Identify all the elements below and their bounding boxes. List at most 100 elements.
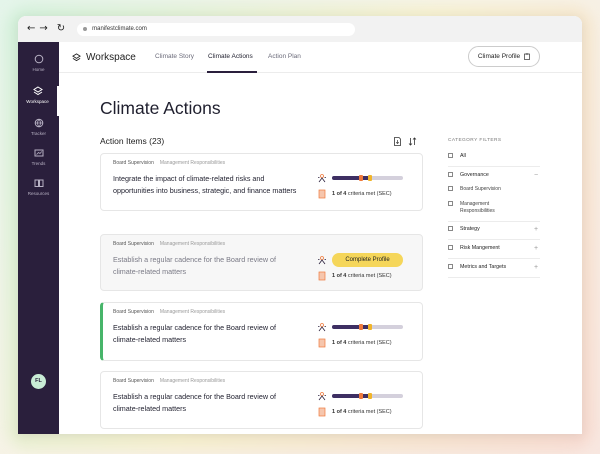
criteria-status: 1 of 4 criteria met (SEC) <box>332 191 392 197</box>
sidebar-item-workspace[interactable]: Workspace <box>18 86 59 116</box>
url-text: manifestclimate.com <box>92 26 147 32</box>
checkbox[interactable] <box>448 264 453 269</box>
tag-management-responsibilities: Management Responsibilities <box>159 309 226 315</box>
tag-board-supervision: Board Supervision <box>113 160 154 166</box>
filter-label: Risk Mangement <box>460 245 500 251</box>
tag-board-supervision: Board Supervision <box>113 241 154 247</box>
globe-icon <box>34 118 43 128</box>
progress-marker <box>368 393 372 399</box>
checkbox[interactable] <box>448 245 453 250</box>
address-bar[interactable]: manifestclimate.com <box>77 22 356 36</box>
sidebar: Home Workspace Tracker Trends Resources … <box>18 42 59 434</box>
checkbox[interactable] <box>448 172 453 177</box>
tab-action-plan[interactable]: Action Plan <box>268 53 301 60</box>
sort-icon[interactable] <box>408 137 417 146</box>
workspace-brand: Workspace <box>72 52 136 63</box>
checkbox[interactable] <box>448 153 453 158</box>
sidebar-item-resources[interactable]: Resources <box>18 178 59 208</box>
sidebar-item-tracker[interactable]: Tracker <box>18 118 59 148</box>
criteria-status: 1 of 4 criteria met (SEC) <box>332 273 392 279</box>
site-info-icon <box>83 27 88 31</box>
card-tags: Board Supervision Management Responsibili… <box>113 378 225 384</box>
layers-icon <box>72 53 81 62</box>
card-tags: Board Supervision Management Responsibili… <box>113 160 225 166</box>
active-tab-indicator <box>207 71 257 73</box>
progress-fill <box>332 394 372 398</box>
progress-marker <box>368 175 372 181</box>
sidebar-item-label: Resources <box>27 191 50 196</box>
tag-management-responsibilities: Management Responsibilities <box>159 241 226 247</box>
progress-fill <box>332 325 372 329</box>
tag-board-supervision: Board Supervision <box>113 309 154 315</box>
filter-all[interactable]: All <box>448 153 466 159</box>
document-icon <box>318 338 326 348</box>
climate-profile-label: Climate Profile <box>477 53 521 60</box>
expand-icon[interactable]: + <box>534 226 538 233</box>
criteria-progress-bar <box>332 175 403 181</box>
filter-label: All <box>460 153 466 159</box>
arrow-right-icon[interactable]: → <box>39 24 47 34</box>
progress-marker <box>368 324 372 330</box>
home-icon <box>34 54 43 64</box>
reload-icon[interactable]: ↻ <box>57 24 65 34</box>
sidebar-item-label: Workspace <box>26 99 49 104</box>
book-icon <box>34 179 43 187</box>
action-item-card[interactable]: Board Supervision Management Responsibili… <box>100 153 423 211</box>
complete-profile-button[interactable]: Complete Profile <box>332 253 403 267</box>
divider <box>448 239 540 240</box>
filter-metrics-targets[interactable]: Metrics and Targets <box>448 264 506 270</box>
export-icon[interactable] <box>393 137 402 146</box>
filter-strategy[interactable]: Strategy <box>448 226 480 232</box>
card-title: Integrate the impact of climate-related … <box>113 174 297 196</box>
expand-icon[interactable]: + <box>534 245 538 252</box>
sidebar-item-label: Tracker <box>30 131 47 136</box>
tag-board-supervision: Board Supervision <box>113 378 154 384</box>
checkbox[interactable] <box>448 226 453 231</box>
layers-icon <box>32 86 43 96</box>
filter-management-responsibilities[interactable]: Management Responsibilities <box>448 201 538 215</box>
progress-marker <box>359 393 363 399</box>
arrow-left-icon[interactable]: ← <box>27 24 35 34</box>
action-item-card[interactable]: Board Supervision Management Responsibili… <box>100 371 423 429</box>
avatar[interactable]: FL <box>31 374 46 389</box>
expand-icon[interactable]: + <box>534 264 538 271</box>
filter-governance[interactable]: Governance <box>448 172 489 178</box>
criteria-status: 1 of 4 criteria met (SEC) <box>332 409 392 415</box>
tab-climate-actions[interactable]: Climate Actions <box>208 53 253 60</box>
document-icon <box>318 189 326 199</box>
filters-heading: CATEGORY FILTERS <box>448 138 502 143</box>
card-title: Establish a regular cadence for the Boar… <box>113 392 277 414</box>
person-icon <box>318 392 326 401</box>
card-title: Establish a regular cadence for the Boar… <box>113 323 277 345</box>
collapse-icon[interactable]: − <box>534 172 538 179</box>
checkbox[interactable] <box>448 186 453 191</box>
action-items-heading: Action Items (23) <box>100 136 165 146</box>
sidebar-item-trends[interactable]: Trends <box>18 148 59 178</box>
progress-marker <box>359 324 363 330</box>
filter-risk-management[interactable]: Risk Mangement <box>448 245 500 251</box>
person-icon <box>318 174 326 183</box>
criteria-progress-bar <box>332 393 403 399</box>
brand-label: Workspace <box>86 52 136 63</box>
person-icon <box>318 256 326 265</box>
top-navigation: Workspace Climate Story Climate Actions … <box>59 42 582 73</box>
sidebar-item-home[interactable]: Home <box>18 54 59 84</box>
progress-fill <box>332 176 372 180</box>
filter-label: Strategy <box>460 226 480 232</box>
filter-board-supervision[interactable]: Board Supervision <box>448 186 501 192</box>
filter-label: Governance <box>460 172 489 178</box>
climate-profile-button[interactable]: Climate Profile <box>468 46 540 67</box>
checkbox[interactable] <box>448 201 453 206</box>
filter-label: Board Supervision <box>460 186 501 192</box>
divider <box>448 258 540 259</box>
divider <box>448 166 540 167</box>
tag-management-responsibilities: Management Responsibilities <box>159 378 226 384</box>
filter-label: Management Responsibilities <box>460 201 495 214</box>
action-item-card[interactable]: Board Supervision Management Responsibili… <box>100 302 423 361</box>
criteria-status: 1 of 4 criteria met (SEC) <box>332 340 392 346</box>
action-item-card[interactable]: Board Supervision Management Responsibili… <box>100 234 423 291</box>
filter-label: Metrics and Targets <box>460 264 507 270</box>
divider <box>448 221 540 222</box>
tab-climate-story[interactable]: Climate Story <box>155 53 194 60</box>
tag-management-responsibilities: Management Responsibilities <box>159 160 226 166</box>
